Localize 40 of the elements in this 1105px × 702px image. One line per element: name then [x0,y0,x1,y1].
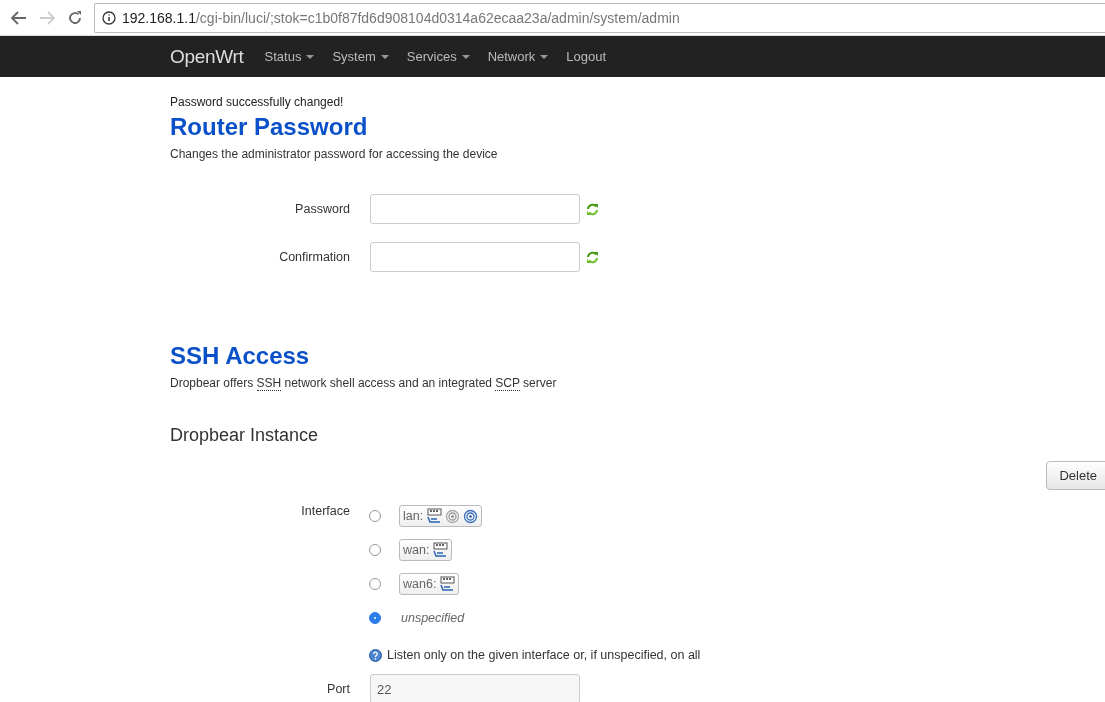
field-label: Password [294,202,350,216]
nav-menu[interactable]: Logout [557,49,616,64]
nav-menu[interactable]: System [323,49,398,64]
ethernet-port-icon [432,542,449,558]
wireless-icon [463,508,479,524]
subsection-title: Dropbear Instance [170,425,320,446]
field-label: Confirmation [278,250,350,264]
section-description: Dropbear offers SSH network shell access and an integrated SCP server [170,376,558,390]
radio-button[interactable] [369,612,381,624]
status-message: Password successfully changed! [170,95,345,109]
info-icon [102,10,116,25]
field-label: Port [326,682,350,696]
section-title: SSH Access [170,342,311,370]
forward-icon[interactable] [38,10,56,25]
section-description: Changes the administrator password for accessing the device [170,147,499,161]
refresh-icon[interactable] [586,202,599,216]
nav-menu[interactable]: Services [397,49,479,64]
ethernet-port-icon [426,508,443,524]
section-title: Router Password [170,113,369,141]
password-field[interactable] [370,194,580,224]
field-label: Interface [300,504,350,520]
interface-badge: lan: [399,505,483,527]
help-text: Listen only on the given interface or, if unspecified, on all [387,648,701,662]
option-label: unspecified [401,611,465,625]
wireless-icon [445,508,461,524]
ethernet-port-icon [439,576,456,592]
interface-badge: wan6: [399,573,460,595]
back-icon[interactable] [10,10,28,25]
help-icon [369,648,382,662]
nav-menu[interactable]: Status [255,49,324,64]
delete-button[interactable]: Delete [1046,461,1105,490]
password-field[interactable] [370,242,580,272]
brand-logo[interactable]: OpenWrt [170,45,244,68]
address-bar[interactable]: 192.168.1.1/cgi-bin/luci/;stok=c1b0f87fd6d908104d0314a62ecaa23a/admin/system/admin [94,2,1105,33]
refresh-icon[interactable] [586,250,599,264]
port-field[interactable]: 22 [370,674,580,702]
url-text: 192.168.1.1/cgi-bin/luci/;stok=c1b0f87fd6d908104d0314a62ecaa23a/admin/system/admin [122,9,680,26]
interface-badge: wan: [399,539,453,561]
reload-icon[interactable] [66,9,84,26]
nav-menu[interactable]: Network [478,49,558,64]
